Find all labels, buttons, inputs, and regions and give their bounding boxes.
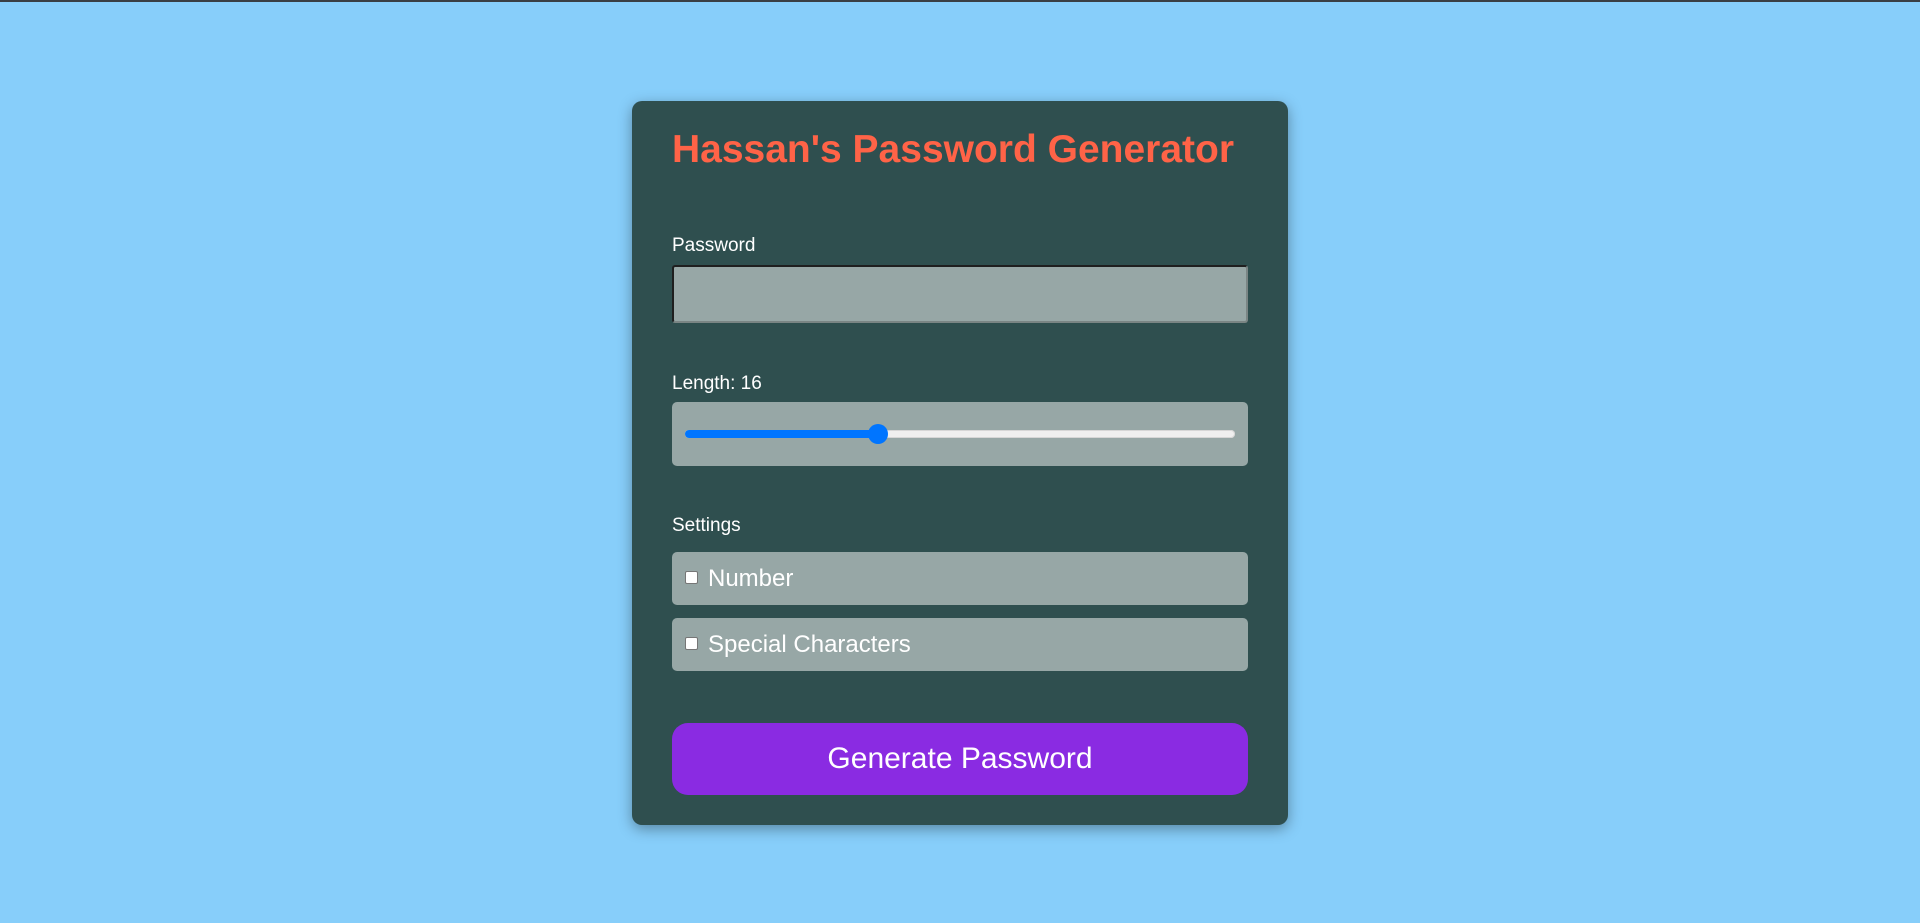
length-label: Length: 16 [672, 373, 762, 394]
special-characters-checkbox[interactable] [685, 637, 698, 650]
special-characters-option-label: Special Characters [708, 631, 911, 658]
number-checkbox[interactable] [685, 571, 698, 584]
number-option[interactable]: Number [672, 552, 1248, 605]
settings-label: Settings [672, 515, 741, 536]
password-output-field[interactable] [672, 265, 1248, 323]
window-top-border [0, 0, 1920, 2]
password-generator-card: Hassan's Password Generator Password Len… [632, 101, 1288, 825]
special-characters-option[interactable]: Special Characters [672, 618, 1248, 671]
length-slider-fill [685, 430, 878, 438]
password-label: Password [672, 235, 756, 256]
page-title: Hassan's Password Generator [672, 128, 1235, 171]
length-slider[interactable] [685, 424, 1235, 444]
length-slider-container [672, 402, 1248, 466]
generate-password-button[interactable]: Generate Password [672, 723, 1248, 795]
length-slider-thumb[interactable] [867, 424, 888, 444]
number-option-label: Number [708, 565, 794, 592]
